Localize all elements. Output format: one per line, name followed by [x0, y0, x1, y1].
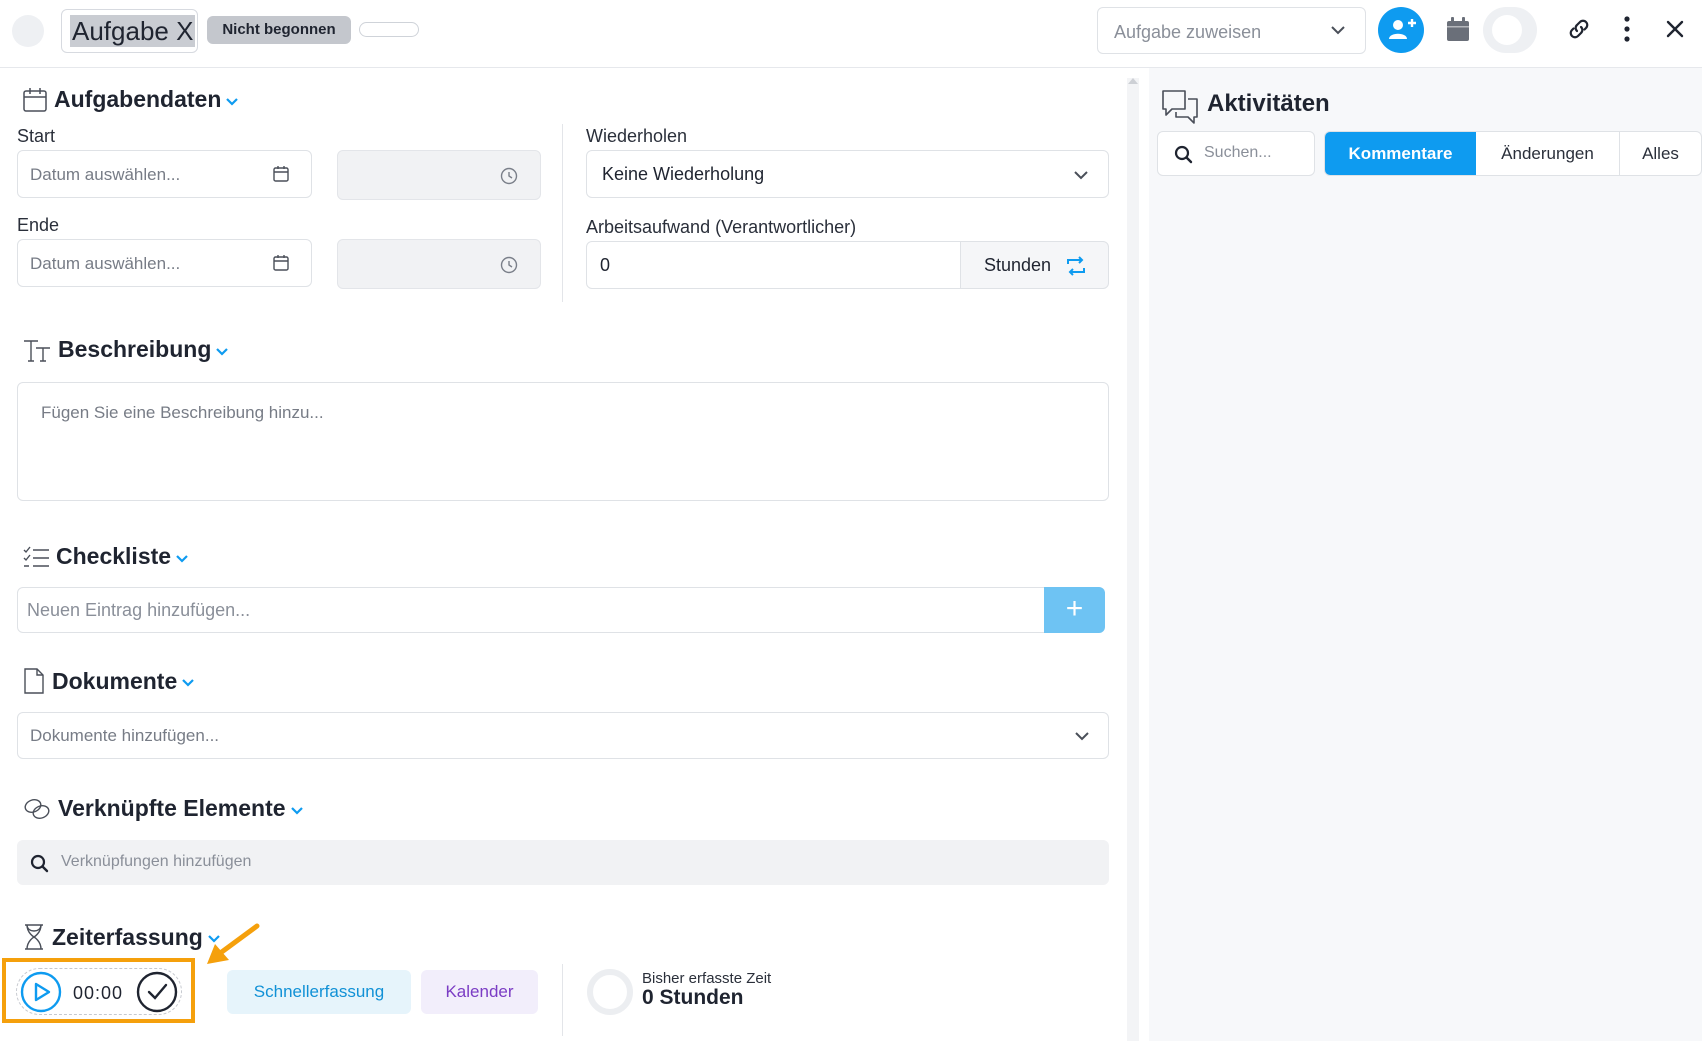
calendar-icon[interactable] [1446, 16, 1470, 42]
task-title[interactable]: Aufgabe X [70, 15, 196, 47]
tracked-time-ring [587, 969, 633, 1015]
priority-pill[interactable] [359, 22, 419, 37]
linked-items-icon [24, 798, 50, 819]
chevron-down-icon [1331, 26, 1345, 35]
start-time-input[interactable] [337, 150, 541, 200]
search-placeholder: Suchen... [1204, 144, 1272, 161]
time-tracking-section-header[interactable]: Zeiterfassung [22, 923, 221, 951]
tracked-time-label: Bisher erfasste Zeit [642, 970, 772, 987]
close-icon[interactable] [1664, 18, 1686, 40]
effort-value: 0 [600, 255, 611, 275]
chevron-down-icon [226, 97, 239, 106]
section-title: Verknüpfte Elemente [58, 795, 286, 821]
avatar-image [1492, 15, 1522, 45]
clock-icon [500, 256, 518, 274]
effort-unit: Stunden [984, 255, 1052, 275]
section-title: Beschreibung [58, 336, 212, 362]
description-section-header[interactable]: Beschreibung [22, 336, 229, 363]
text-format-icon [24, 339, 50, 362]
chevron-down-icon [182, 679, 195, 687]
avatar[interactable] [1483, 7, 1537, 53]
start-date-input[interactable]: Datum auswählen... [17, 150, 312, 198]
clock-icon [500, 167, 518, 185]
add-user-icon [1389, 19, 1416, 39]
activities-search-input[interactable]: Suchen... [1157, 131, 1315, 176]
tab-comments[interactable]: Kommentare [1325, 132, 1476, 175]
assign-task-select[interactable]: Aufgabe zuweisen [1097, 7, 1366, 54]
end-label: Ende [17, 215, 60, 235]
task-status-circle[interactable] [12, 15, 44, 47]
search-icon [30, 854, 49, 873]
checklist-placeholder: Neuen Eintrag hinzufügen... [27, 600, 251, 620]
linked-items-search[interactable]: Verknüpfungen hinzufügen [17, 840, 1109, 885]
activity-tabs: Kommentare Änderungen Alles [1324, 131, 1702, 176]
start-date-placeholder: Datum auswählen... [30, 165, 181, 184]
column-divider [562, 124, 563, 302]
confirm-time-button[interactable] [136, 971, 178, 1013]
calendar-outline-icon [23, 87, 47, 112]
activities-panel [1149, 68, 1702, 1041]
repeat-select[interactable]: Keine Wiederholung [586, 150, 1109, 198]
tab-changes[interactable]: Änderungen [1476, 132, 1619, 175]
scroll-up-arrow[interactable] [1128, 78, 1138, 84]
calendar-button[interactable]: Kalender [421, 970, 538, 1014]
chevron-down-icon [216, 347, 229, 356]
checklist-section-header[interactable]: Checkliste [22, 543, 189, 570]
repeat-label: Wiederholen [586, 126, 688, 146]
linked-section-header[interactable]: Verknüpfte Elemente [22, 795, 304, 822]
task-data-section-header[interactable]: Aufgabendaten [22, 86, 239, 113]
effort-input[interactable]: 0 [586, 241, 961, 289]
task-header: Aufgabe X Nicht begonnen Aufgabe zuweise… [0, 0, 1702, 68]
end-date-placeholder: Datum auswählen... [30, 254, 181, 273]
section-title: Aufgabendaten [54, 86, 222, 112]
repeat-value: Keine Wiederholung [602, 164, 765, 184]
linked-items-placeholder: Verknüpfungen hinzufügen [61, 853, 252, 870]
status-badge[interactable]: Nicht begonnen [207, 16, 351, 44]
chevron-down-icon [290, 806, 303, 815]
activities-title: Aktivitäten [1207, 90, 1330, 117]
scrollbar[interactable] [1127, 78, 1139, 1041]
play-button[interactable] [20, 971, 62, 1013]
column-divider [562, 964, 563, 1036]
calendar-icon [273, 255, 289, 271]
task-title-field[interactable]: Aufgabe X [61, 9, 198, 53]
timer-display: 00:00 [73, 983, 124, 1003]
checklist-input[interactable]: Neuen Eintrag hinzufügen... [17, 587, 1045, 633]
description-placeholder: Fügen Sie eine Beschreibung hinzu... [41, 403, 324, 422]
swap-icon [1067, 256, 1085, 276]
hourglass-icon [25, 924, 43, 950]
quick-entry-button[interactable]: Schnellerfassung [227, 970, 411, 1014]
chevron-down-icon [1075, 732, 1089, 741]
checklist-icon [23, 546, 49, 567]
more-vertical-icon[interactable] [1622, 15, 1632, 43]
add-user-button[interactable] [1378, 7, 1424, 53]
section-title: Dokumente [52, 667, 178, 694]
documents-section-header[interactable]: Dokumente [22, 667, 195, 695]
start-label: Start [17, 126, 56, 146]
section-title: Checkliste [56, 543, 172, 569]
description-textarea[interactable]: Fügen Sie eine Beschreibung hinzu... [17, 382, 1109, 501]
effort-label: Arbeitsaufwand (Verantwortlicher) [586, 217, 857, 237]
end-date-input[interactable]: Datum auswählen... [17, 239, 312, 287]
section-title: Zeiterfassung [52, 923, 203, 950]
calendar-icon [273, 166, 289, 182]
effort-unit-toggle[interactable]: Stunden [960, 241, 1109, 289]
comments-icon [1162, 90, 1198, 124]
add-checklist-item-button[interactable]: + [1044, 587, 1105, 633]
chevron-down-icon [176, 554, 188, 563]
tab-all[interactable]: Alles [1619, 132, 1701, 175]
annotation-arrow-icon [207, 923, 260, 964]
documents-select[interactable]: Dokumente hinzufügen... [17, 712, 1109, 759]
link-icon[interactable] [1567, 17, 1591, 41]
search-icon [1174, 145, 1193, 164]
end-time-input[interactable] [337, 239, 541, 289]
document-icon [24, 668, 44, 694]
chevron-down-icon [1074, 171, 1088, 180]
assign-placeholder: Aufgabe zuweisen [1114, 22, 1262, 42]
tracked-time-value: 0 Stunden [642, 986, 744, 1009]
documents-placeholder: Dokumente hinzufügen... [30, 726, 220, 745]
